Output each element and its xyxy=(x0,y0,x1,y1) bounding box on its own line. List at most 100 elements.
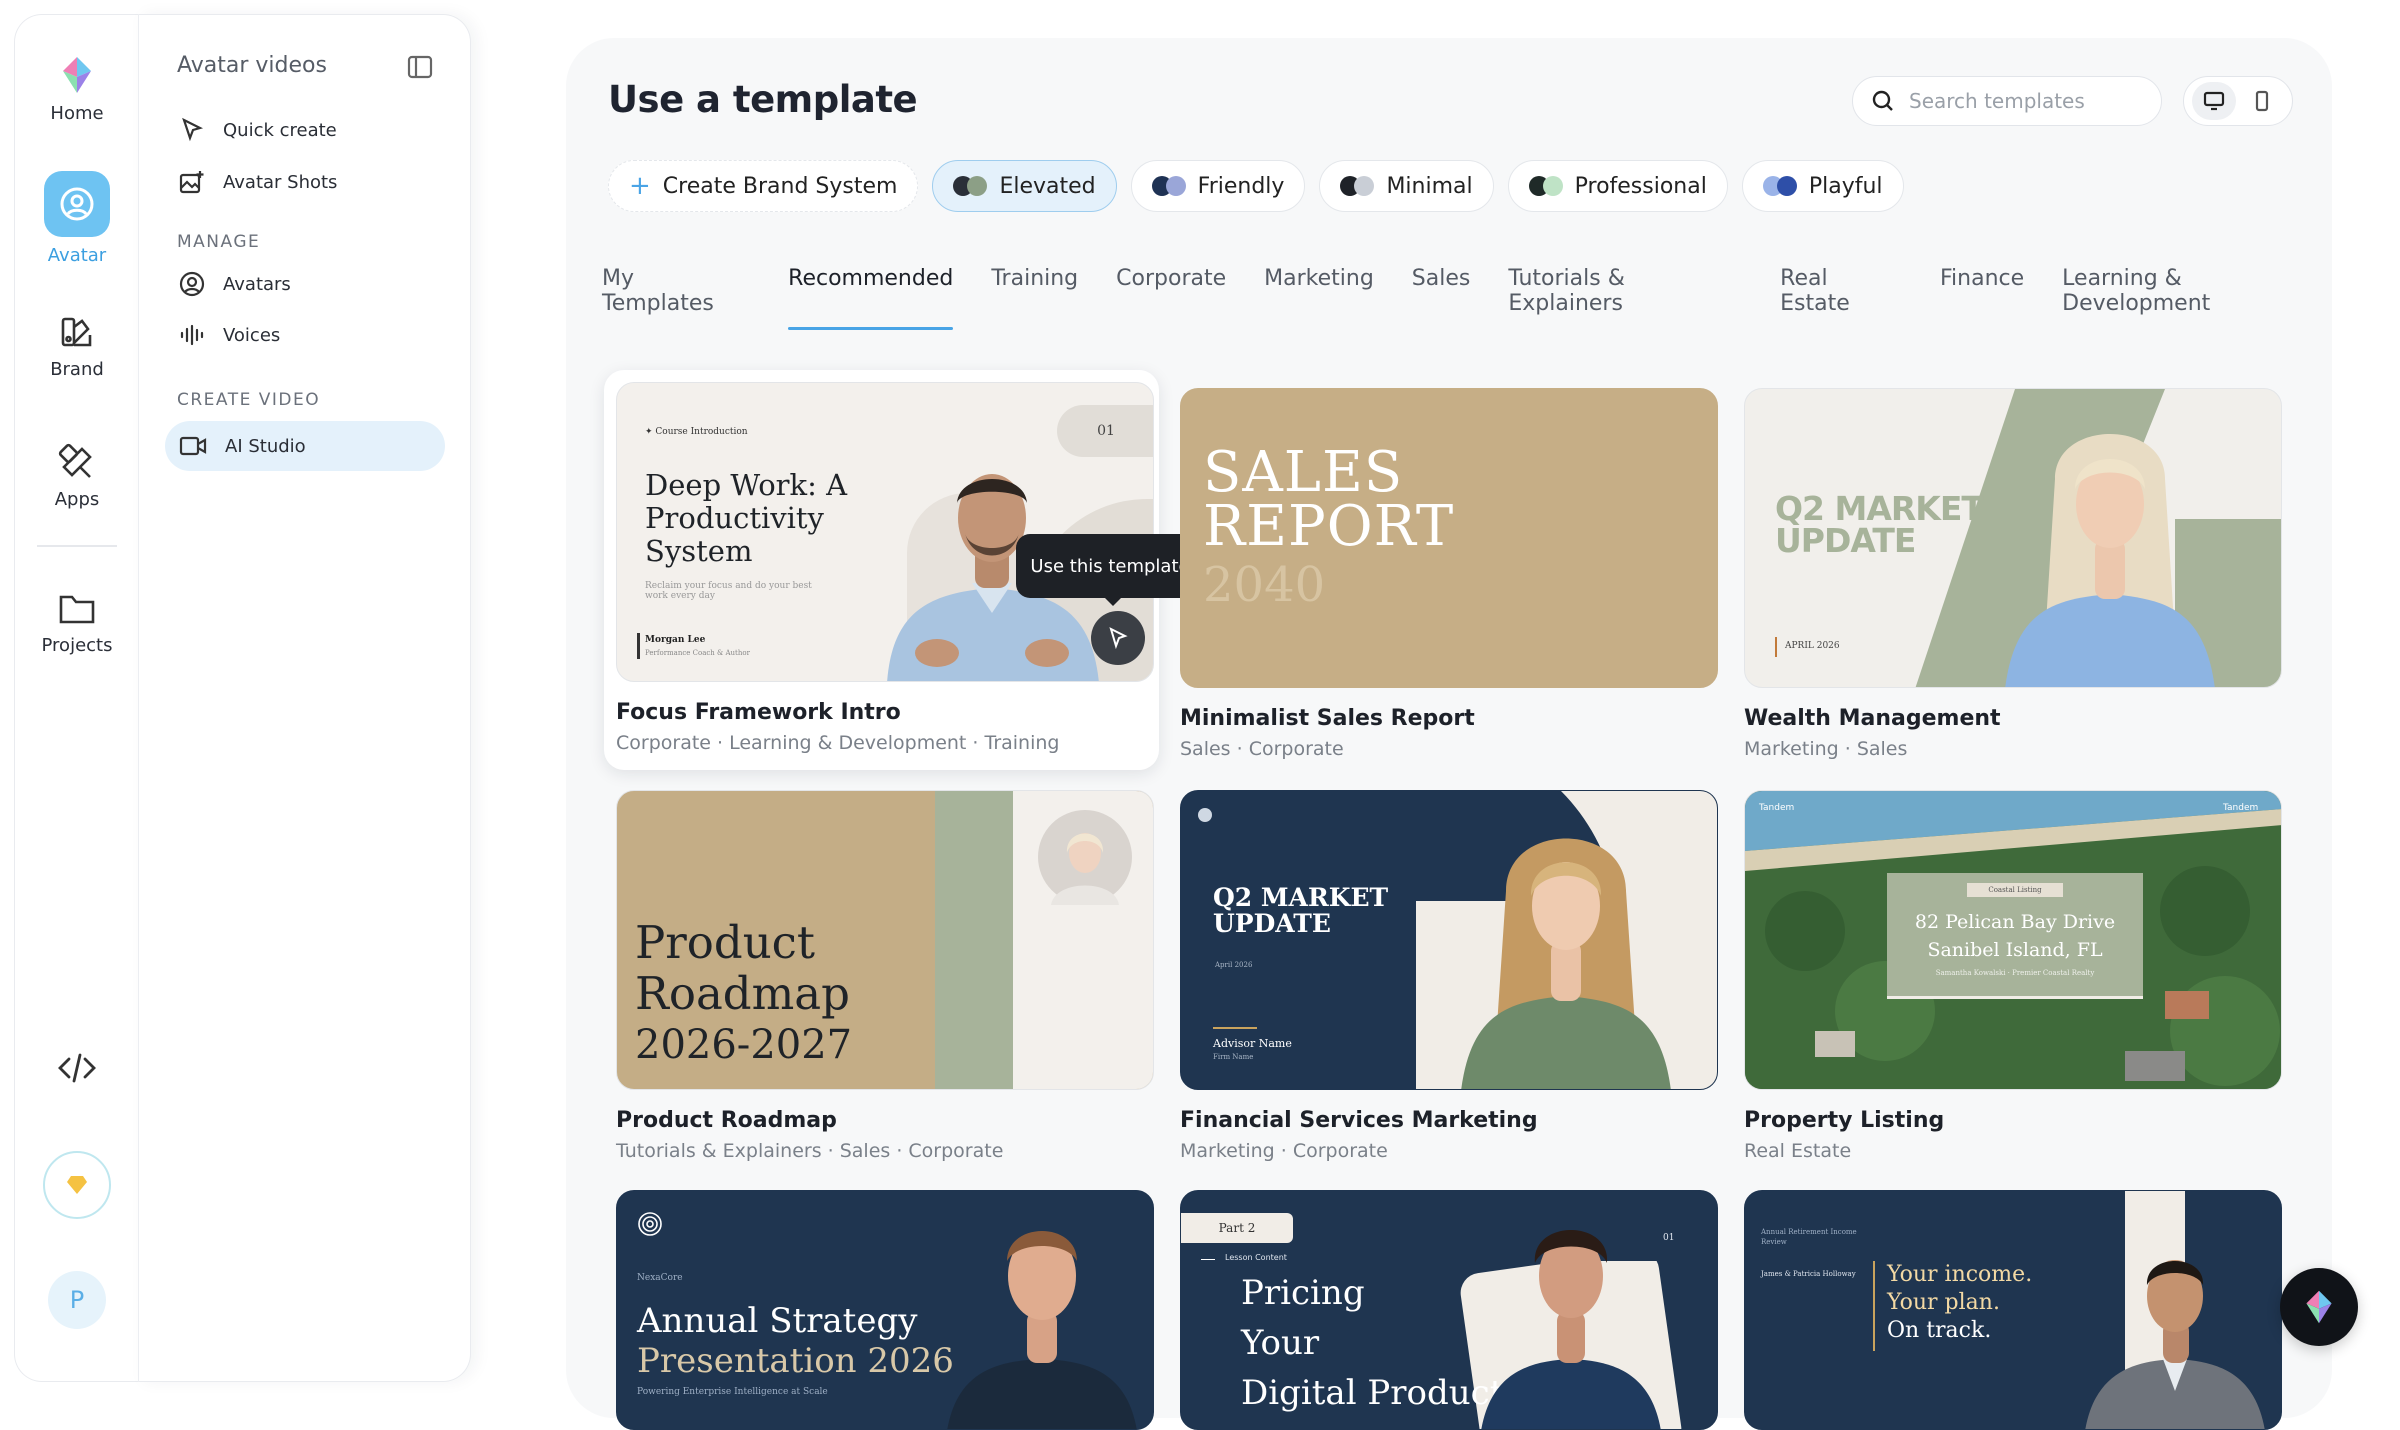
card-title: Wealth Management xyxy=(1744,706,2001,731)
template-thumbnail[interactable]: Q2 MARKET UPDATE APRIL 2026 xyxy=(1744,388,2282,688)
card-tags: Tutorials & Explainers · Sales · Corpora… xyxy=(616,1140,1004,1162)
search-input[interactable] xyxy=(1909,89,2139,113)
chip-label: Elevated xyxy=(999,173,1096,199)
tab-marketing[interactable]: Marketing xyxy=(1264,266,1374,330)
template-thumbnail[interactable]: Tandem Tandem Coastal Listing 82 Pelican… xyxy=(1744,790,2282,1090)
slide-heading-line1: Q2 MARKET xyxy=(1213,883,1389,912)
template-thumbnail[interactable]: Product Roadmap 2026-2027 xyxy=(616,790,1154,1090)
nav-developer[interactable] xyxy=(15,1051,139,1090)
card-tags: Real Estate xyxy=(1744,1140,1852,1162)
panel-item-avatar-shots[interactable]: Avatar Shots xyxy=(165,157,445,207)
nav-home[interactable]: Home xyxy=(15,55,139,124)
client-names: James & Patricia Holloway xyxy=(1761,1270,1856,1278)
upgrade-button[interactable] xyxy=(43,1151,111,1219)
video-camera-icon xyxy=(179,436,207,456)
presenter-name: Morgan Lee xyxy=(645,635,706,645)
use-template-button[interactable] xyxy=(1091,611,1145,665)
profile-avatar[interactable]: P xyxy=(48,1271,106,1329)
tab-sales[interactable]: Sales xyxy=(1412,266,1471,330)
template-card-wealth-management[interactable]: Q2 MARKET UPDATE APRIL 2026 Wealth Manag… xyxy=(1732,376,2287,776)
panel-item-voices[interactable]: Voices xyxy=(165,310,445,360)
panel-item-ai-studio[interactable]: AI Studio xyxy=(165,421,445,471)
template-card-financial-services[interactable]: Q2 MARKET UPDATE April 2026 Advisor Name… xyxy=(1168,778,1723,1178)
slide-year: 2040 xyxy=(1203,557,1326,613)
presenter-role: Firm Name xyxy=(1213,1053,1254,1061)
template-card-annual-strategy[interactable]: NexaCore Annual Strategy Presentation 20… xyxy=(604,1178,1159,1430)
slide-heading-line1: Product xyxy=(635,916,815,969)
template-card-retirement-income[interactable]: Annual Retirement Income Review James & … xyxy=(1732,1178,2287,1430)
slide-heading: Deep Work: A Productivity System xyxy=(645,468,848,568)
nav-avatar[interactable]: Avatar xyxy=(15,171,139,266)
panel-item-label: Avatars xyxy=(223,273,291,295)
nav-apps[interactable]: Apps xyxy=(15,443,139,510)
chip-elevated[interactable]: Elevated xyxy=(932,160,1117,212)
template-card-pricing-digital-product[interactable]: Part 2 Lesson Content 01 Pricing Your Di… xyxy=(1168,1178,1723,1430)
slide-heading-line1: Pricing xyxy=(1241,1273,1365,1313)
listing-address: 82 Pelican Bay Drive xyxy=(1914,911,2116,933)
chip-minimal[interactable]: Minimal xyxy=(1319,160,1494,212)
nav-brand[interactable]: Brand xyxy=(15,315,139,380)
slide-date: April 2026 xyxy=(1215,961,1253,969)
part-badge: Part 2 xyxy=(1181,1213,1293,1243)
slide-heading-line2: REPORT xyxy=(1203,494,1455,559)
tab-my-templates[interactable]: My Templates xyxy=(602,266,750,330)
chip-friendly[interactable]: Friendly xyxy=(1130,160,1306,212)
chip-label: Friendly xyxy=(1197,173,1285,199)
tab-finance[interactable]: Finance xyxy=(1940,266,2024,330)
slide-date: APRIL 2026 xyxy=(1785,641,1840,651)
tab-training[interactable]: Training xyxy=(991,266,1078,330)
template-thumbnail[interactable]: Annual Retirement Income Review James & … xyxy=(1744,1190,2282,1430)
slide-eyebrow: ✦ Course Introduction xyxy=(645,427,748,437)
template-card-product-roadmap[interactable]: Product Roadmap 2026-2027 Product Roadma… xyxy=(604,778,1159,1178)
user-circle-icon xyxy=(179,271,205,297)
chip-professional[interactable]: Professional xyxy=(1507,160,1728,212)
create-brand-system-button[interactable]: + Create Brand System xyxy=(608,160,919,212)
template-card-sales-report[interactable]: SALES REPORT 2040 Minimalist Sales Repor… xyxy=(1168,376,1723,776)
listing-agent: Samantha Kowalski · Premier Coastal Real… xyxy=(1935,969,2095,977)
folder-icon xyxy=(59,595,95,624)
panel-title: Avatar videos xyxy=(177,53,327,78)
template-thumbnail[interactable]: Part 2 Lesson Content 01 Pricing Your Di… xyxy=(1180,1190,1718,1430)
template-thumbnail[interactable]: 01 ✦ Course Introduction Deep Work: A Pr… xyxy=(616,382,1154,682)
nav-home-label: Home xyxy=(50,103,104,124)
tab-recommended[interactable]: Recommended xyxy=(788,266,954,330)
slide-heading-line1: Annual Strategy xyxy=(637,1301,918,1341)
icon-rail: Home Avatar Brand Apps Projects P xyxy=(14,14,138,1382)
template-card-property-listing[interactable]: Tandem Tandem Coastal Listing 82 Pelican… xyxy=(1732,778,2287,1178)
panel-item-label: Voices xyxy=(223,324,281,346)
desktop-view-button[interactable] xyxy=(2192,82,2236,120)
mobile-view-button[interactable] xyxy=(2240,82,2284,120)
panel-item-quick-create[interactable]: Quick create xyxy=(165,105,445,155)
nav-avatar-label: Avatar xyxy=(47,245,107,266)
tab-tutorials-explainers[interactable]: Tutorials & Explainers xyxy=(1508,266,1742,330)
slide-heading-line1: SALES xyxy=(1203,440,1404,505)
template-thumbnail[interactable]: SALES REPORT 2040 xyxy=(1180,388,1718,688)
chip-playful[interactable]: Playful xyxy=(1741,160,1904,212)
tab-corporate[interactable]: Corporate xyxy=(1116,266,1226,330)
chip-label: Create Brand System xyxy=(662,173,898,199)
brand-palette-icon xyxy=(61,317,92,347)
slide-heading-line3: 2026-2027 xyxy=(635,1022,853,1068)
collapse-panel-icon[interactable] xyxy=(407,55,433,79)
logo-icon xyxy=(2306,1290,2332,1324)
fingerprint-icon xyxy=(638,1212,662,1236)
image-plus-icon xyxy=(179,171,204,194)
card-title: Focus Framework Intro xyxy=(616,700,901,725)
slide-heading-line2: Presentation 2026 xyxy=(637,1341,954,1381)
code-icon xyxy=(58,1053,96,1083)
assistant-fab-button[interactable] xyxy=(2280,1268,2358,1346)
panel-item-avatars[interactable]: Avatars xyxy=(165,259,445,309)
tab-real-estate[interactable]: Real Estate xyxy=(1780,266,1902,330)
slide-eyebrow: Annual Retirement Income Review xyxy=(1761,1228,1857,1246)
tab-learning-development[interactable]: Learning & Development xyxy=(2062,266,2332,330)
brand-logo: Tandem xyxy=(1759,803,1795,813)
manage-heading: MANAGE xyxy=(177,232,261,252)
nav-projects[interactable]: Projects xyxy=(15,591,139,656)
panel-item-label: Quick create xyxy=(223,119,337,141)
nav-brand-label: Brand xyxy=(50,359,104,380)
slide-heading-line1: Your income. xyxy=(1887,1262,2033,1287)
template-thumbnail[interactable]: Q2 MARKET UPDATE April 2026 Advisor Name… xyxy=(1180,790,1718,1090)
logo-icon xyxy=(63,57,91,93)
template-thumbnail[interactable]: NexaCore Annual Strategy Presentation 20… xyxy=(616,1190,1154,1430)
search-box[interactable] xyxy=(1852,76,2162,126)
